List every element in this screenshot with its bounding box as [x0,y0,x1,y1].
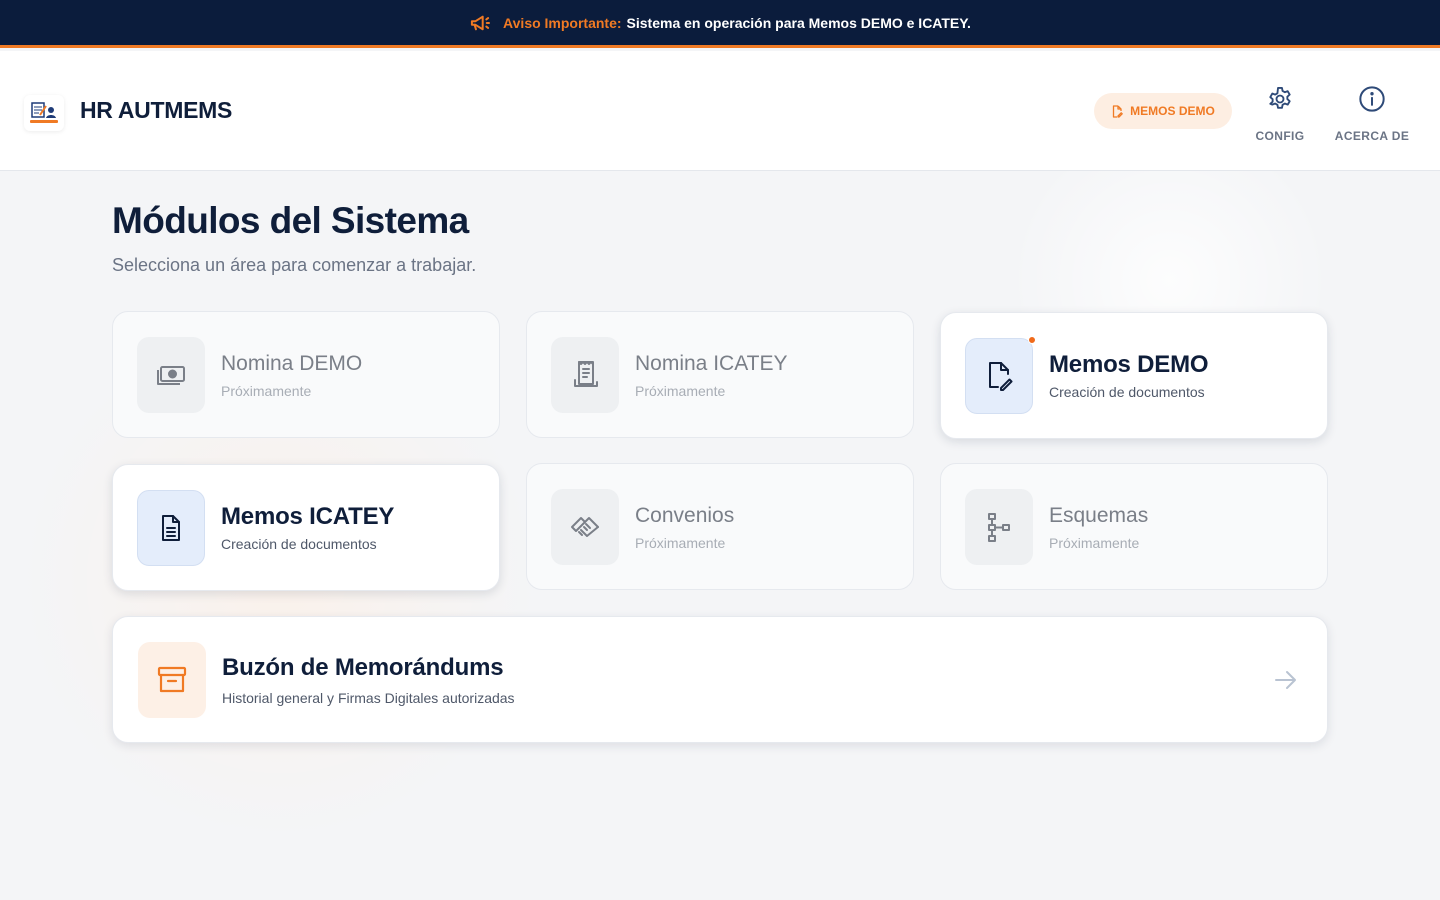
app-logo[interactable] [24,95,64,131]
config-label: CONFIG [1255,129,1305,143]
module-card-nomina-demo[interactable]: Nomina DEMO Próximamente [112,311,500,438]
document-icon [162,514,180,541]
config-button[interactable]: CONFIG [1244,85,1316,149]
announcement-banner: Aviso Importante: Sistema en operación p… [0,0,1440,48]
receipt-icon [574,360,598,387]
gear-icon [1269,86,1291,109]
logo-icon [30,102,58,123]
module-card-nomina-icatey[interactable]: Nomina ICATEY Próximamente [526,311,914,438]
archive-icon [157,666,187,692]
module-subtitle: Creación de documentos [1049,384,1205,400]
page-title: Módulos del Sistema [112,200,469,241]
about-label: ACERCA DE [1334,129,1410,143]
active-module-label: MEMOS DEMO [1130,104,1215,118]
app-title: HR AUTMEMS [80,97,233,123]
module-subtitle: Próximamente [221,383,312,399]
mailbox-icon-box [138,641,206,718]
top-header: HR AUTMEMS MEMOS DEMO CONFIG ACERCA DE [0,51,1440,171]
module-card-memos-demo[interactable]: Memos DEMO Creación de documentos [940,312,1328,439]
info-icon [1359,86,1385,112]
module-icon-box [137,336,205,413]
hierarchy-icon [988,512,1010,542]
module-icon-box [965,337,1033,414]
active-module-pill[interactable]: MEMOS DEMO [1094,93,1232,129]
module-subtitle: Próximamente [635,535,726,551]
about-button[interactable]: ACERCA DE [1330,85,1414,149]
page-subtitle: Selecciona un área para comenzar a traba… [112,255,477,275]
mailbox-card[interactable]: Buzón de Memorándums Historial general y… [112,616,1328,743]
module-card-memos-icatey[interactable]: Memos ICATEY Creación de documentos [112,464,500,591]
megaphone-icon [470,15,491,30]
arrow-right-icon [1275,671,1296,689]
module-icon-box [137,489,205,566]
module-subtitle: Creación de documentos [221,536,377,552]
banner-label: Aviso Importante: [503,14,622,31]
file-edit-icon [1113,104,1124,118]
handshake-icon [571,516,599,537]
module-subtitle: Próximamente [1049,535,1140,551]
money-icon [157,365,185,385]
module-title: Memos ICATEY [221,503,395,530]
module-icon-box [551,336,619,413]
module-card-esquemas[interactable]: Esquemas Próximamente [940,463,1328,590]
mailbox-title: Buzón de Memorándums [222,653,504,681]
notification-dot [1028,336,1036,344]
module-subtitle: Próximamente [635,383,726,399]
module-icon-box [551,488,619,565]
module-title: Convenios [635,504,735,527]
module-title: Nomina DEMO [221,352,363,375]
file-edit-icon [989,361,1013,391]
module-card-convenios[interactable]: Convenios Próximamente [526,463,914,590]
mailbox-subtitle: Historial general y Firmas Digitales aut… [222,689,515,706]
module-icon-box [965,488,1033,565]
module-title: Esquemas [1049,504,1149,527]
module-title: Memos DEMO [1049,351,1209,378]
banner-message: Sistema en operación para Memos DEMO e I… [626,14,971,31]
module-title: Nomina ICATEY [635,352,788,375]
